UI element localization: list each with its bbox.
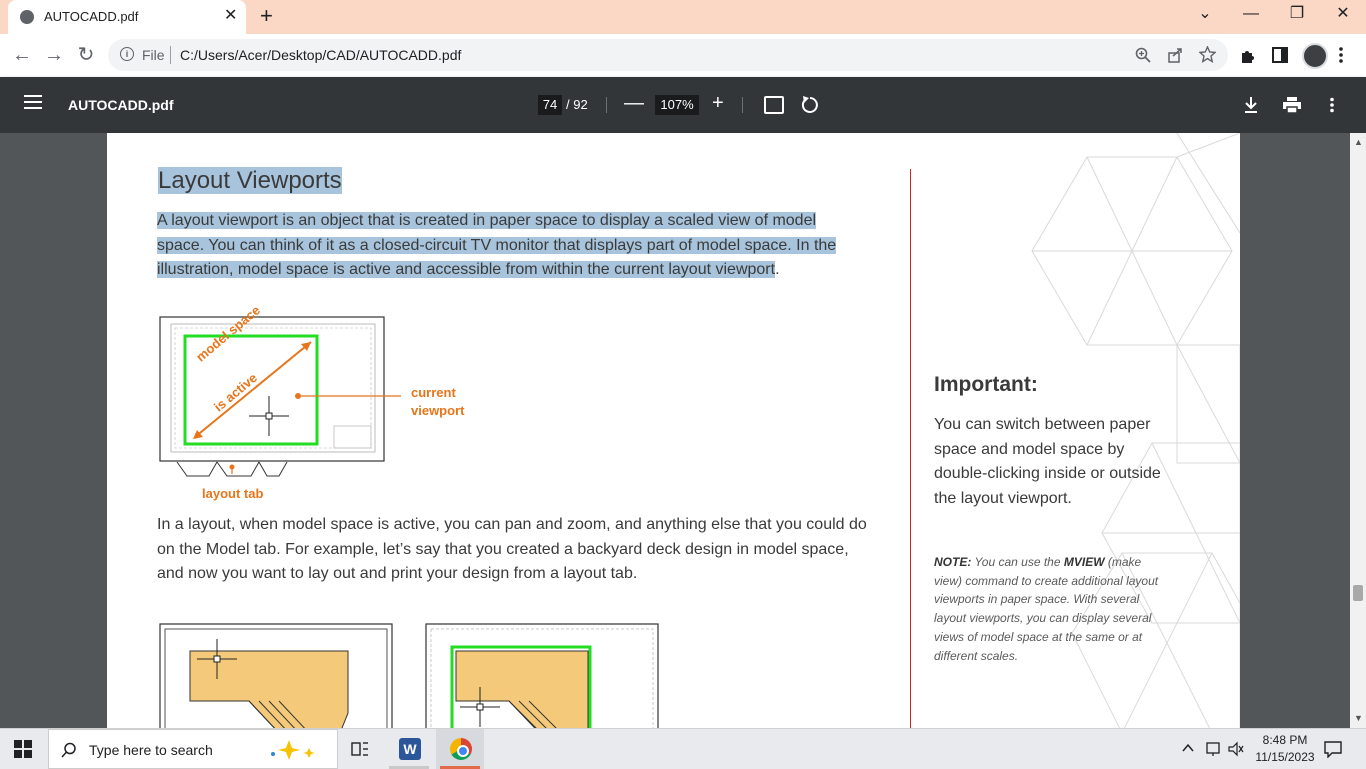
section-heading: Layout Viewports — [158, 167, 342, 194]
toolbar-divider — [606, 97, 607, 113]
vertical-scrollbar[interactable]: ▲ ▼ — [1350, 133, 1366, 728]
pdf-title: AUTOCADD.pdf — [68, 97, 174, 113]
sidebar-menu-icon[interactable] — [24, 95, 42, 109]
word-icon: W — [399, 738, 421, 760]
network-icon[interactable] — [1206, 741, 1220, 757]
scrollbar-thumb[interactable] — [1353, 585, 1363, 601]
annotation-current: current — [411, 385, 456, 400]
pdf-toolbar: AUTOCADD.pdf 74 / 92 — 107% + — [0, 77, 1366, 133]
taskbar-search-box[interactable]: Type here to search — [48, 729, 338, 769]
minimize-button[interactable]: — — [1236, 4, 1266, 24]
pdf-page: Layout Viewports A layout viewport is an… — [107, 133, 1240, 728]
toolbar-divider — [742, 97, 743, 113]
info-icon[interactable]: i — [120, 47, 134, 61]
url-text[interactable]: C:/Users/Acer/Desktop/CAD/AUTOCADD.pdf — [180, 47, 461, 63]
intro-paragraph: A layout viewport is an object that is c… — [157, 212, 837, 278]
bookmark-star-icon[interactable] — [1199, 46, 1216, 63]
annotation-viewport: viewport — [411, 403, 465, 418]
search-icon — [61, 742, 76, 758]
close-tab-icon[interactable]: ✕ — [224, 7, 237, 25]
profile-avatar[interactable] — [1302, 43, 1328, 69]
print-icon[interactable] — [1283, 97, 1301, 113]
important-heading: Important: — [934, 373, 1038, 396]
zoom-in-button[interactable]: + — [712, 91, 724, 115]
clock-time[interactable]: 8:48 PM — [1252, 733, 1318, 747]
fit-to-page-icon[interactable] — [764, 96, 784, 114]
windows-start-icon[interactable] — [14, 740, 32, 758]
scroll-up-arrow[interactable]: ▲ — [1354, 137, 1363, 147]
side-panel-icon[interactable] — [1272, 47, 1288, 63]
chrome-taskbar-button[interactable] — [436, 729, 484, 769]
browser-tab[interactable]: AUTOCADD.pdf ✕ — [8, 0, 246, 34]
body-paragraph: In a layout, when model space is active,… — [157, 516, 867, 582]
chrome-icon-center — [457, 745, 469, 757]
tab-title: AUTOCADD.pdf — [44, 9, 139, 24]
download-icon[interactable] — [1243, 96, 1259, 114]
zoom-out-button[interactable]: — — [624, 91, 644, 115]
zoom-level-input[interactable]: 107% — [655, 95, 699, 115]
more-actions-icon[interactable] — [1329, 97, 1335, 113]
scroll-down-arrow[interactable]: ▼ — [1354, 713, 1363, 723]
back-button[interactable]: ← — [9, 42, 35, 68]
page-number-input[interactable]: 74 — [538, 95, 562, 115]
extensions-icon[interactable] — [1239, 47, 1256, 64]
tab-search-icon[interactable]: ⌄ — [1190, 4, 1220, 24]
notifications-icon[interactable] — [1324, 740, 1342, 758]
intro-line: illustration, model space is active and … — [157, 261, 776, 278]
pdf-viewport[interactable]: Layout Viewports A layout viewport is an… — [0, 133, 1350, 728]
taskbar: Type here to search W 8:48 PM 11/15/2023 — [0, 728, 1366, 769]
word-taskbar-button[interactable]: W — [385, 729, 433, 769]
address-bar[interactable]: i File C:/Users/Acer/Desktop/CAD/AUTOCAD… — [108, 39, 1228, 71]
browser-toolbar: ← → ↻ i File C:/Users/Acer/Desktop/CAD/A… — [0, 34, 1366, 78]
restore-button[interactable]: ❐ — [1282, 4, 1312, 24]
rotate-icon[interactable] — [800, 95, 820, 115]
chevron-up-icon[interactable] — [1182, 743, 1194, 753]
annotation-layout-tab: layout tab — [202, 486, 264, 501]
scheme-label: File — [142, 47, 165, 63]
tab-strip: AUTOCADD.pdf ✕ + ⌄ — ❐ ✕ — [0, 0, 1366, 34]
zoom-icon[interactable] — [1135, 47, 1151, 63]
search-highlight-icon — [271, 740, 315, 760]
page-total: / 92 — [566, 97, 588, 112]
note-text: NOTE: You can use the MVIEW (make view) … — [934, 555, 1159, 663]
deck-design-figures — [159, 623, 659, 728]
globe-icon — [20, 10, 34, 24]
sidebar-divider — [910, 169, 911, 728]
reload-button[interactable]: ↻ — [73, 42, 99, 68]
important-text: You can switch between paper space and m… — [934, 416, 1161, 507]
clock-date[interactable]: 11/15/2023 — [1252, 750, 1318, 764]
more-menu-icon[interactable] — [1338, 46, 1344, 64]
share-icon[interactable] — [1167, 47, 1183, 63]
new-tab-button[interactable]: + — [260, 4, 273, 28]
task-view-icon[interactable] — [351, 741, 369, 757]
forward-button[interactable]: → — [41, 42, 67, 68]
intro-line: space. You can think of it as a closed-c… — [157, 236, 837, 254]
separator — [170, 46, 171, 64]
volume-icon[interactable] — [1228, 741, 1244, 757]
intro-line: A layout viewport is an object that is c… — [157, 212, 817, 229]
close-window-button[interactable]: ✕ — [1328, 4, 1358, 24]
search-placeholder: Type here to search — [89, 742, 213, 758]
